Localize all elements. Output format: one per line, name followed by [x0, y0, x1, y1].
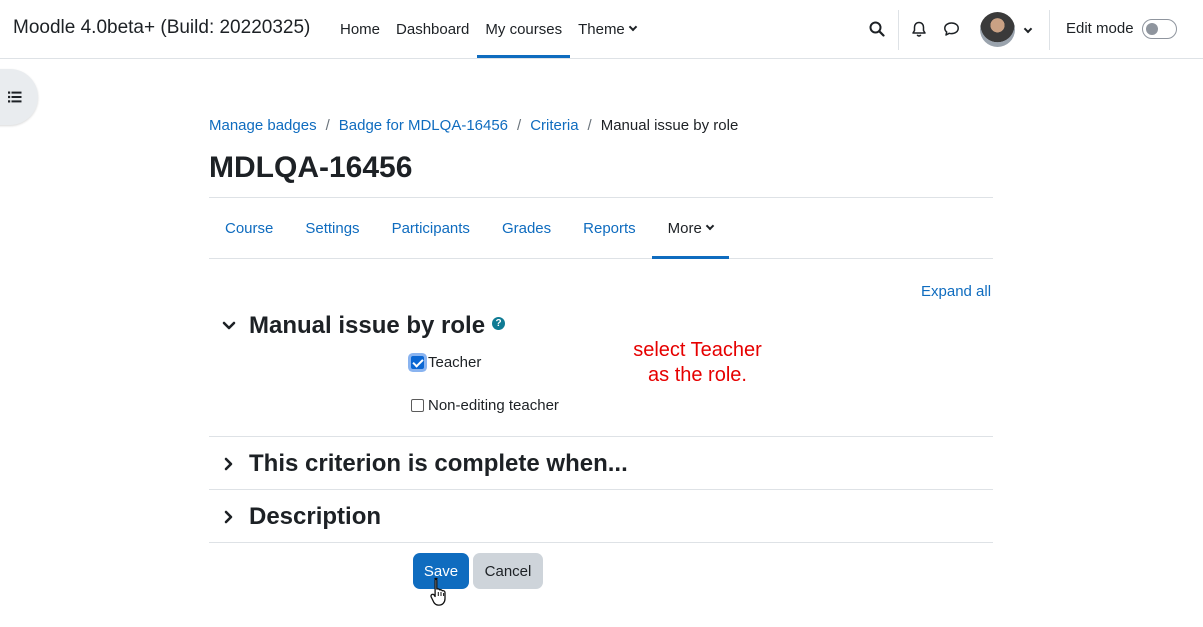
breadcrumb-criteria[interactable]: Criteria	[530, 117, 578, 134]
secondary-nav: Course Settings Participants Grades Repo…	[209, 197, 993, 259]
section-description: Description	[209, 502, 993, 532]
chevron-down-icon[interactable]	[1017, 18, 1039, 40]
navbar-divider	[898, 10, 899, 50]
section-divider	[209, 542, 993, 543]
nav-my-courses[interactable]: My courses	[477, 0, 570, 58]
expand-toggle[interactable]	[209, 449, 249, 479]
toggle-knob	[1146, 23, 1158, 35]
help-icon[interactable]: ?	[492, 316, 506, 330]
primary-nav: Home Dashboard My courses Theme	[332, 0, 644, 58]
breadcrumb-manage-badges[interactable]: Manage badges	[209, 117, 317, 134]
role-non-editing-teacher-label: Non-editing teacher	[428, 397, 559, 414]
section-criterion-complete: This criterion is complete when...	[209, 449, 993, 479]
teacher-checkbox[interactable]	[411, 356, 424, 369]
site-brand[interactable]: Moodle 4.0beta+ (Build: 20220325)	[13, 17, 310, 39]
breadcrumb-separator: /	[517, 117, 522, 134]
expand-all-link[interactable]: Expand all	[921, 283, 991, 300]
nav-my-courses-label: My courses	[485, 20, 563, 38]
chevron-down-icon	[222, 321, 236, 330]
nav-home[interactable]: Home	[332, 0, 388, 58]
breadcrumb: Manage badges / Badge for MDLQA-16456 / …	[209, 117, 738, 134]
non-editing-teacher-checkbox[interactable]	[411, 399, 424, 412]
nav-theme[interactable]: Theme	[570, 0, 644, 58]
nav-home-label: Home	[340, 20, 381, 38]
annotation-line-1: select Teacher	[633, 339, 762, 361]
tab-grades[interactable]: Grades	[486, 198, 567, 258]
breadcrumb-separator: /	[325, 117, 330, 134]
breadcrumb-separator: /	[587, 117, 592, 134]
edit-mode-toggle[interactable]	[1142, 19, 1177, 39]
list-icon	[8, 91, 22, 103]
nav-theme-label: Theme	[578, 20, 625, 38]
collapse-toggle[interactable]	[209, 311, 249, 341]
section-divider	[209, 436, 993, 437]
role-non-editing-teacher[interactable]: Non-editing teacher	[411, 397, 559, 414]
bell-icon[interactable]	[908, 18, 930, 40]
nav-dashboard-label: Dashboard	[396, 20, 470, 38]
hand-cursor-icon	[430, 577, 446, 606]
section-title[interactable]: This criterion is complete when...	[249, 450, 628, 478]
role-teacher-label: Teacher	[428, 354, 482, 371]
tab-reports[interactable]: Reports	[567, 198, 652, 258]
tab-more[interactable]: More	[651, 198, 730, 259]
tutorial-annotation: select Teacher as the role.	[610, 338, 785, 388]
chevron-right-icon	[224, 510, 233, 524]
chat-icon[interactable]	[940, 18, 962, 40]
section-title[interactable]: Description	[249, 503, 381, 531]
section-divider	[209, 489, 993, 490]
tab-more-label: More	[667, 219, 702, 237]
edit-mode-label: Edit mode	[1066, 20, 1134, 37]
top-navbar: Moodle 4.0beta+ (Build: 20220325) Home D…	[0, 0, 1203, 59]
role-teacher[interactable]: Teacher	[411, 354, 481, 371]
expand-toggle[interactable]	[209, 502, 249, 532]
breadcrumb-current: Manual issue by role	[600, 117, 739, 134]
chevron-shape	[1023, 24, 1033, 34]
navbar-divider	[1049, 10, 1050, 50]
chevron-down-icon	[628, 22, 638, 32]
chevron-right-icon	[224, 457, 233, 471]
nav-dashboard[interactable]: Dashboard	[388, 0, 477, 58]
tab-course[interactable]: Course	[209, 198, 289, 258]
tab-participants[interactable]: Participants	[376, 198, 486, 258]
section-title[interactable]: Manual issue by role	[249, 312, 485, 340]
tab-settings[interactable]: Settings	[289, 198, 375, 258]
cancel-button[interactable]: Cancel	[473, 553, 543, 589]
search-icon[interactable]	[866, 18, 888, 40]
annotation-line-2: as the role.	[648, 364, 747, 386]
page-title: MDLQA-16456	[209, 151, 413, 184]
open-course-index-button[interactable]	[0, 69, 38, 125]
chevron-down-icon	[705, 221, 715, 231]
avatar[interactable]	[980, 12, 1015, 47]
breadcrumb-badge[interactable]: Badge for MDLQA-16456	[339, 117, 508, 134]
section-manual-issue: Manual issue by role ?	[209, 311, 993, 341]
